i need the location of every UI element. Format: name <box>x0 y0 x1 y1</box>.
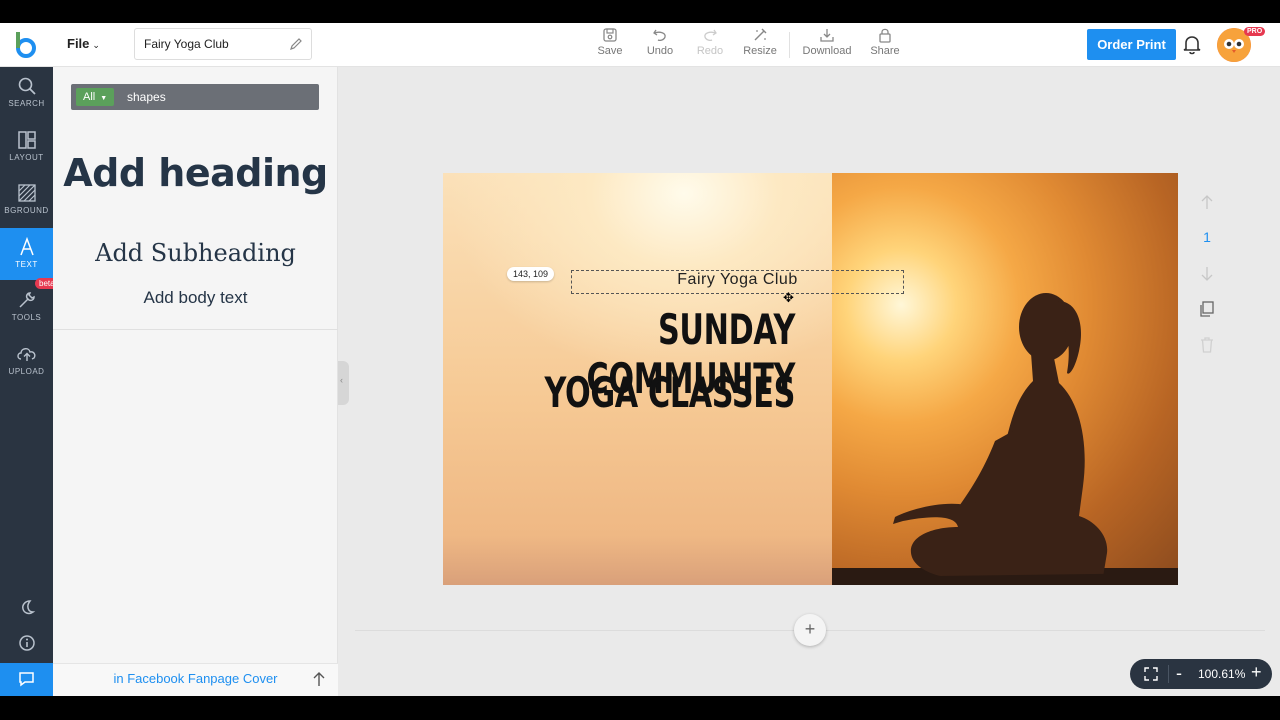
sidebar-item-layout[interactable]: LAYOUT <box>0 121 53 173</box>
wrench-icon <box>18 292 35 308</box>
zoom-in-button[interactable]: + <box>1251 662 1262 683</box>
zoom-control: - 100.61% + <box>1130 659 1272 689</box>
file-menu[interactable]: File ⌄ <box>67 36 100 51</box>
duplicate-page-icon[interactable] <box>1198 300 1216 318</box>
add-subheading-button[interactable]: Add Subheading <box>53 239 338 267</box>
pencil-icon[interactable] <box>289 37 303 51</box>
undo-icon <box>653 29 666 42</box>
sidebar-item-label: UPLOAD <box>8 367 45 376</box>
document-title-field[interactable]: Fairy Yoga Club <box>134 28 312 60</box>
download-label: Download <box>802 45 852 57</box>
info-icon[interactable] <box>17 633 37 653</box>
chat-button[interactable] <box>0 663 53 696</box>
bottom-letterbox <box>0 696 1280 720</box>
move-cursor-icon: ✥ <box>783 290 794 305</box>
chevron-down-icon: ⌄ <box>92 40 100 50</box>
resize-button[interactable]: Resize <box>730 27 790 63</box>
sidebar-item-label: SEARCH <box>8 99 45 108</box>
page-number: 1 <box>1203 229 1211 245</box>
divider <box>53 329 338 330</box>
editor-app: File ⌄ Fairy Yoga Club Save Undo Redo Res… <box>0 23 1280 696</box>
zoom-out-button[interactable]: - <box>1176 663 1182 684</box>
search-input[interactable]: All ▼ shapes <box>71 84 319 110</box>
sidebar-item-label: TOOLS <box>11 313 42 322</box>
chevron-down-icon: ▼ <box>100 95 108 102</box>
sidebar-item-upload[interactable]: UPLOAD <box>0 335 53 387</box>
layout-icon <box>17 131 36 149</box>
upload-icon <box>16 348 35 361</box>
sidebar-item-tools[interactable]: beta TOOLS <box>0 278 59 333</box>
top-letterbox <box>0 0 1280 23</box>
pro-badge: PRO <box>1244 27 1266 36</box>
search-icon <box>18 77 36 95</box>
share-icon <box>879 28 891 43</box>
collapse-panel-handle[interactable]: ‹ <box>338 361 349 405</box>
resize-icon <box>754 28 767 41</box>
sidebar-item-label: TEXT <box>15 260 38 269</box>
sidebar-item-search[interactable]: SEARCH <box>0 67 53 119</box>
save-icon <box>603 28 617 42</box>
text-icon <box>19 237 34 256</box>
template-type-link[interactable]: in Facebook Fanpage Cover <box>53 664 338 694</box>
zoom-level: 100.61% <box>1198 667 1246 681</box>
bell-icon[interactable] <box>1181 33 1203 55</box>
moon-icon[interactable] <box>17 598 37 618</box>
trash-icon[interactable] <box>1198 336 1216 354</box>
download-button[interactable]: Download <box>797 27 857 63</box>
position-readout: 143, 109 <box>507 267 555 281</box>
filter-dropdown[interactable]: All ▼ <box>76 88 114 106</box>
download-icon <box>820 29 834 42</box>
redo-icon <box>704 29 717 42</box>
meditating-woman-silhouette <box>863 293 1178 585</box>
save-label: Save <box>597 45 623 57</box>
arrow-up-icon[interactable] <box>311 671 327 687</box>
order-print-button[interactable]: Order Print <box>1087 29 1176 60</box>
share-button[interactable]: Share <box>855 27 915 63</box>
resize-label: Resize <box>743 45 777 57</box>
file-menu-label: File <box>67 36 90 51</box>
sidebar-item-text[interactable]: TEXT <box>0 228 53 280</box>
chat-icon <box>19 672 34 687</box>
arrow-up-icon[interactable] <box>1198 193 1216 211</box>
sidebar-item-label: LAYOUT <box>9 153 44 162</box>
arrow-down-icon[interactable] <box>1198 265 1216 283</box>
chevron-left-icon: ‹ <box>340 375 343 385</box>
left-sidebar: SEARCH LAYOUT BGROUND TEXT beta TOOLS UP… <box>0 67 59 696</box>
add-heading-button[interactable]: Add heading <box>53 151 338 195</box>
share-label: Share <box>870 45 900 57</box>
headline-line-2[interactable]: YOGA CLASSES <box>536 368 796 417</box>
add-page-button[interactable]: + <box>794 614 826 646</box>
toolbar-divider <box>789 32 790 58</box>
sidebar-item-label: BGROUND <box>4 206 49 215</box>
panel-footer: in Facebook Fanpage Cover <box>53 663 338 696</box>
brand-text-element[interactable]: Fairy Yoga Club <box>571 271 904 289</box>
top-toolbar: File ⌄ Fairy Yoga Club Save Undo Redo Res… <box>0 23 1280 67</box>
app-logo-icon[interactable] <box>12 29 40 61</box>
filter-label: All <box>83 91 96 103</box>
text-panel: All ▼ shapes Add heading Add Subheading A… <box>53 67 338 696</box>
undo-label: Undo <box>646 45 674 57</box>
redo-label: Redo <box>696 45 724 57</box>
fullscreen-icon[interactable] <box>1143 666 1159 682</box>
sidebar-item-background[interactable]: BGROUND <box>0 174 53 226</box>
add-body-text-button[interactable]: Add body text <box>53 288 338 308</box>
search-value: shapes <box>127 90 166 104</box>
zoom-divider <box>1168 665 1169 683</box>
design-canvas[interactable]: 143, 109 Fairy Yoga Club ✥ SUNDAY COMMUN… <box>443 173 1178 585</box>
background-icon <box>17 184 36 202</box>
